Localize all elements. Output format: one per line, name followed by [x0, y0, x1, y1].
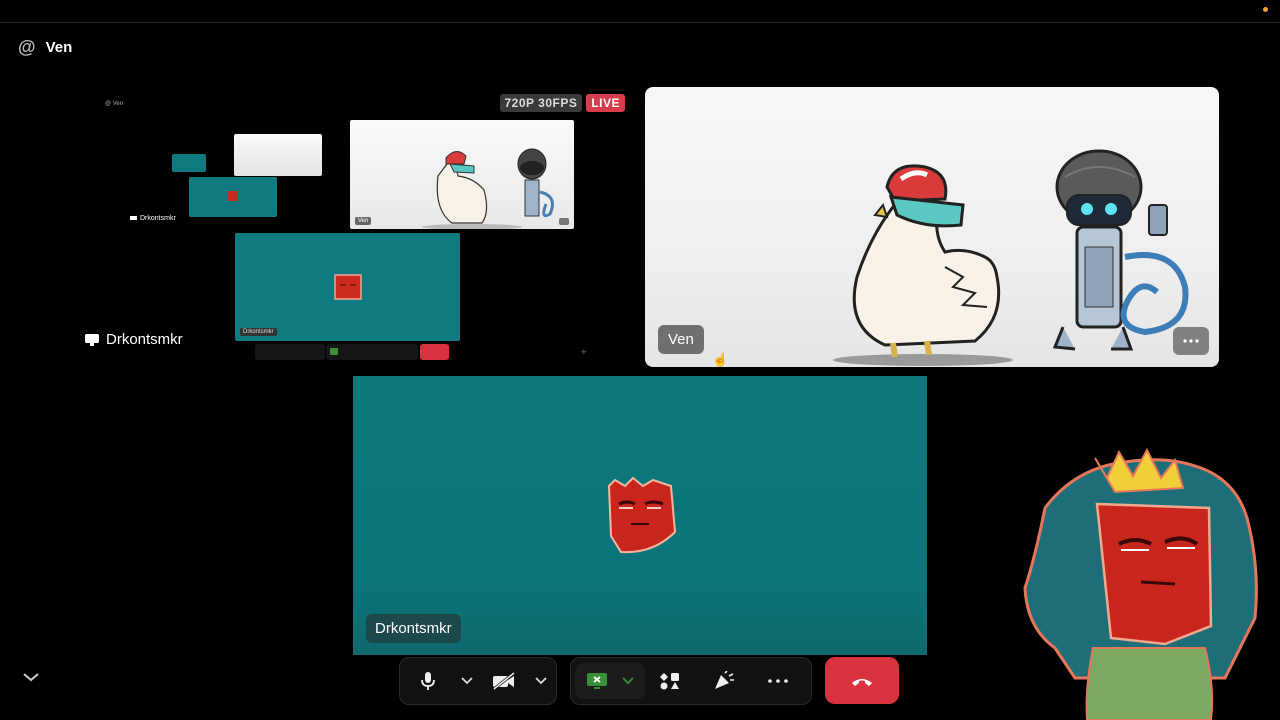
hangup-icon: [852, 678, 872, 686]
nested-camera-view: Ven: [350, 120, 574, 230]
nested-duck-mic-illustration: [422, 148, 554, 230]
nested-mini-teal-2: [189, 177, 277, 217]
camera-tile-ven[interactable]: Ven: [645, 87, 1219, 367]
activity-controls: [570, 657, 812, 705]
at-icon: @: [18, 36, 36, 57]
nested-red-face: [228, 191, 238, 201]
nested-hangup-button: [420, 344, 449, 360]
stream-owner-label: Drkontsmkr: [84, 331, 183, 348]
screenshare-button[interactable]: [575, 663, 645, 699]
nested-name-tag: Drkontsmkr: [130, 215, 176, 222]
duck-and-microphone-illustration: [833, 149, 1189, 366]
main-video-tile[interactable]: Drkontsmkr: [353, 376, 927, 655]
microphone-icon: [421, 672, 435, 690]
chevron-down-icon: [461, 677, 473, 685]
nested-controls-mid: [326, 344, 418, 360]
mic-options-button[interactable]: [456, 663, 478, 699]
stream-badges: 720P 30FPS LIVE: [499, 94, 625, 112]
nested-teal-name-pill: Drkontsmkr: [240, 328, 277, 336]
nested-header: @ Ven: [105, 101, 124, 107]
chevron-down-icon: [23, 673, 39, 682]
stream-owner-name: Drkontsmkr: [106, 331, 183, 348]
camera-name-pill: Ven: [658, 325, 704, 354]
soundboard-icon: [715, 671, 734, 689]
mouse-cursor-icon: ☝: [712, 352, 729, 367]
more-options-button[interactable]: [753, 663, 803, 699]
nested-mini-white: [234, 134, 322, 176]
main-tile-name-pill: Drkontsmkr: [366, 614, 461, 643]
nested-cam-name-pill: Ven: [355, 217, 372, 225]
monitor-icon: [130, 215, 137, 220]
microphone-button[interactable]: [400, 663, 456, 699]
chevron-down-icon: [535, 677, 547, 685]
nested-more-icon: [559, 218, 569, 225]
camera-button[interactable]: [478, 663, 530, 699]
nested-mini-teal: [172, 154, 206, 172]
nested-header-text: Ven: [112, 101, 124, 107]
collapse-button[interactable]: [22, 670, 40, 688]
activities-icon: [660, 673, 679, 690]
nested-red-character: [334, 274, 362, 300]
stream-tile[interactable]: @ Ven 720P 30FPS LIVE Drkontsmkr Ven Drk…: [85, 87, 633, 367]
channel-header: @ Ven: [18, 36, 72, 58]
camera-off-icon: [493, 672, 515, 690]
title-bar-divider: [0, 22, 1280, 23]
live-badge: LIVE: [586, 94, 625, 112]
activities-button[interactable]: [645, 663, 695, 699]
chevron-down-icon: [622, 677, 634, 685]
channel-name: Ven: [45, 38, 73, 56]
tile-more-button[interactable]: [1173, 327, 1209, 355]
nested-name-text: Drkontsmkr: [140, 215, 176, 222]
resolution-badge: 720P 30FPS: [499, 94, 583, 112]
monitor-icon: [85, 333, 99, 346]
more-icon: [1183, 339, 1199, 343]
screenshare-icon: [587, 673, 607, 689]
hangup-button[interactable]: [825, 657, 899, 704]
crosshair-icon: ⌖: [581, 347, 587, 358]
soundboard-button[interactable]: [695, 663, 753, 699]
nested-teal-view: Drkontsmkr: [235, 233, 460, 341]
notification-dot: [1263, 7, 1268, 12]
camera-options-button[interactable]: [530, 663, 552, 699]
more-icon: [768, 679, 788, 683]
nested-controls-left: [255, 344, 325, 360]
nested-screenshare-icon: [330, 348, 338, 355]
audio-video-controls: [399, 657, 557, 705]
self-view-avatar: [1023, 448, 1258, 720]
